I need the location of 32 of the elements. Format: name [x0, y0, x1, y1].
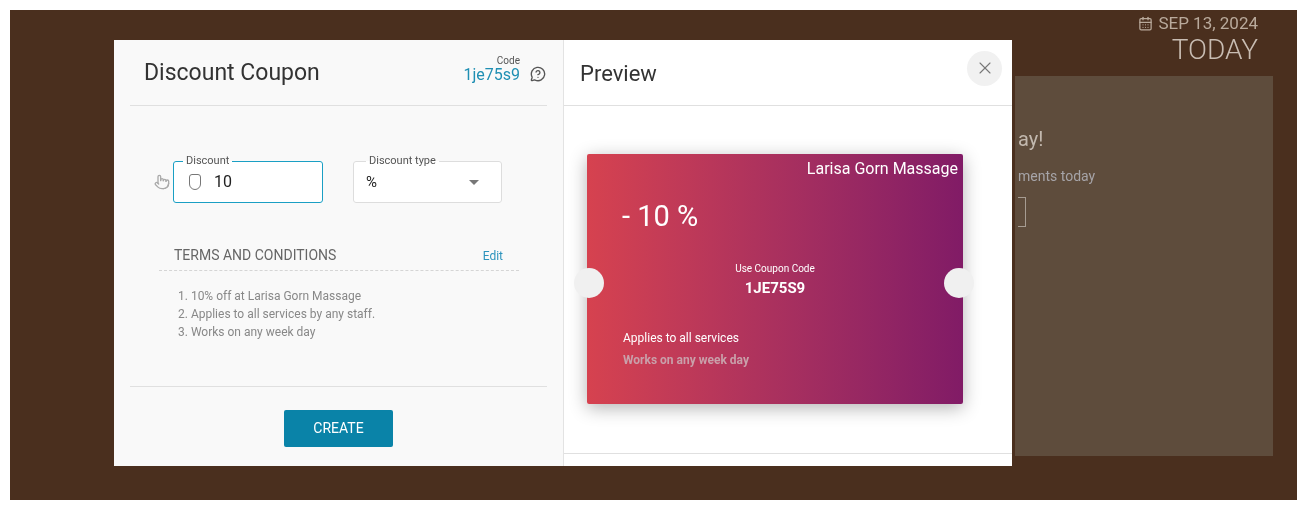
create-button[interactable]: CREATE [284, 410, 393, 447]
discount-amount: - 10 % [622, 198, 700, 235]
discount-type-select[interactable]: Discount type % [353, 155, 502, 203]
code-label: Code [496, 55, 520, 66]
help-icon[interactable] [530, 66, 546, 82]
coupon-notch [944, 268, 974, 298]
terms-item: 2. Applies to all services by any staff. [178, 306, 377, 323]
terms-item: 1. 10% off at Larisa Gorn Massage [178, 288, 363, 305]
pointing-hand-icon [154, 174, 170, 190]
today-label: TODAY [1171, 34, 1258, 66]
calendar-icon [1138, 15, 1154, 31]
discount-field-label: Discount [185, 155, 231, 167]
coupon-notch [574, 268, 604, 298]
discount-type-label: Discount type [368, 155, 437, 167]
dropdown-caret-icon [469, 179, 479, 185]
coupon-line: Works on any week day [623, 352, 750, 369]
discount-type-value: % [366, 171, 377, 193]
panel-text: ments today [1018, 167, 1097, 186]
dialog-title: Discount Coupon [144, 58, 320, 89]
use-code-label: Use Coupon Code [735, 261, 815, 276]
discount-field[interactable]: Discount 10 [173, 155, 323, 203]
terms-heading: TERMS AND CONDITIONS [174, 246, 337, 265]
date-label: SEP 13, 2024 [1158, 12, 1258, 34]
coupon-card-code: 1JE75S9 [744, 277, 806, 299]
preview-title: Preview [580, 60, 657, 88]
coupon-code: 1je75s9 [463, 66, 520, 84]
panel-heading: ay! [1018, 126, 1045, 153]
business-name: Larisa Gorn Massage [806, 158, 959, 180]
panel-outline [1018, 197, 1026, 227]
coupon-line: Applies to all services [623, 330, 740, 347]
discount-value: 10 [214, 171, 232, 193]
terms-item: 3. Works on any week day [178, 324, 317, 341]
